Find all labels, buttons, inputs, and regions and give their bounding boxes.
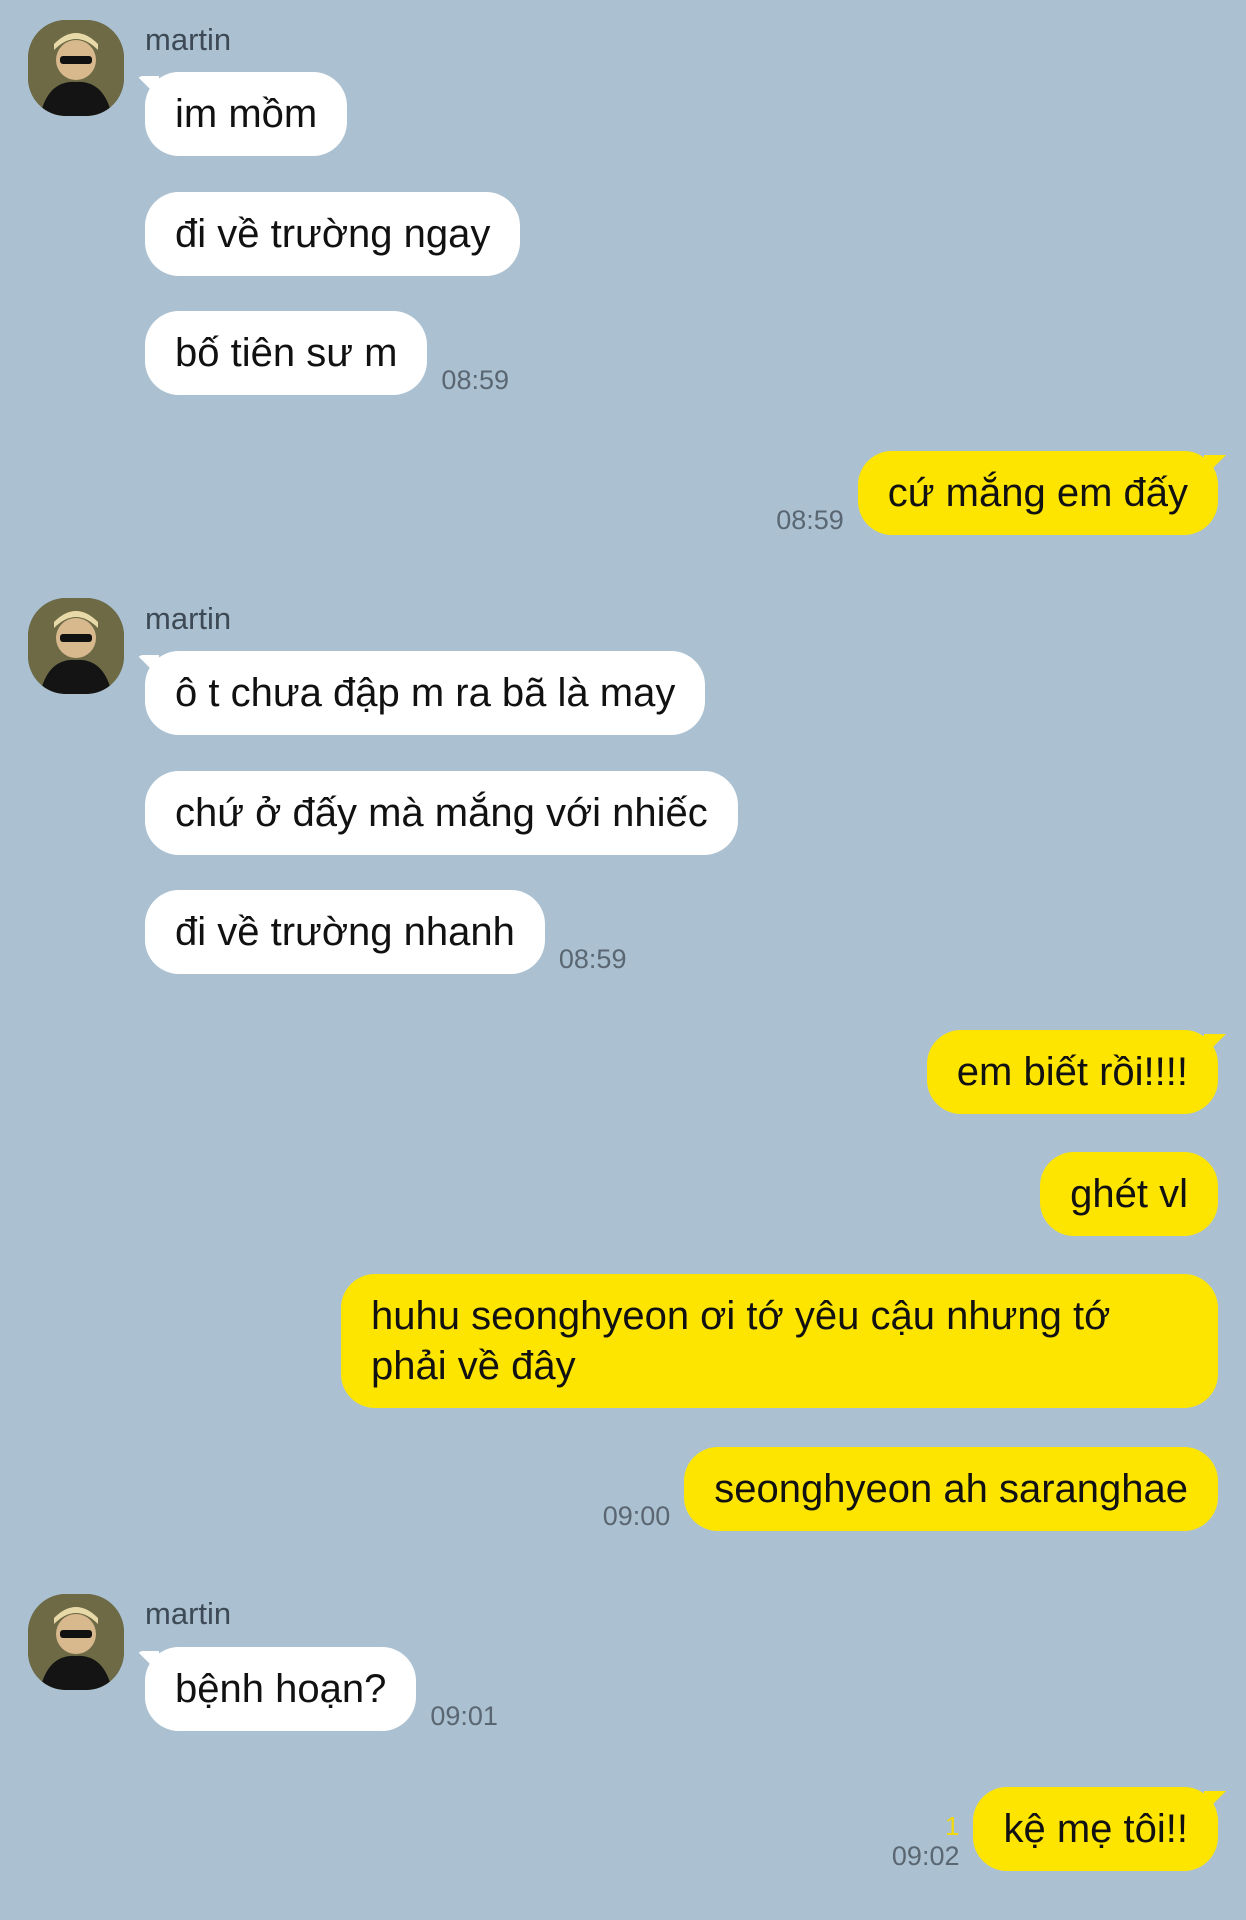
message-bubble[interactable]: bố tiên sư m xyxy=(145,311,428,395)
message-time: 09:00 xyxy=(602,1501,671,1531)
sender-name: martin xyxy=(145,601,232,636)
chat-view[interactable]: martin im mồm đi về trường ngay bố tiên … xyxy=(0,0,1246,1920)
message-bubble[interactable]: đi về trường nhanh xyxy=(145,890,545,974)
message-bubble[interactable]: em biết rồi!!!! xyxy=(926,1030,1218,1114)
message-bubble[interactable]: huhu seonghyeon ơi tớ yêu cậu nhưng tớ p… xyxy=(341,1274,1218,1408)
sender-name: martin xyxy=(145,1596,232,1631)
message-bubble[interactable]: đi về trường ngay xyxy=(145,192,521,276)
message-bubble[interactable]: seonghyeon ah saranghae xyxy=(684,1447,1218,1531)
message-bubble[interactable]: im mồm xyxy=(145,72,348,156)
message-time: 09:01 xyxy=(430,1701,498,1731)
sender-avatar[interactable] xyxy=(28,20,124,116)
message-time: 08:59 xyxy=(441,365,509,395)
message-bubble[interactable]: cứ mắng em đấy xyxy=(857,451,1218,535)
message-bubble[interactable]: ô t chưa đập m ra bã là may xyxy=(145,651,706,735)
message-time: 09:02 xyxy=(891,1841,960,1871)
message-bubble[interactable]: kệ mẹ tôi!! xyxy=(973,1787,1218,1871)
sender-avatar[interactable] xyxy=(28,1594,124,1690)
sender-avatar[interactable] xyxy=(28,598,124,694)
message-bubble[interactable]: ghét vl xyxy=(1040,1152,1218,1236)
message-bubble[interactable]: bệnh hoạn? xyxy=(145,1647,417,1731)
message-bubble[interactable]: chứ ở đấy mà mắng với nhiếc xyxy=(145,771,738,855)
unread-count: 1 xyxy=(945,1811,960,1841)
message-time: 08:59 xyxy=(558,944,627,974)
message-time: 08:59 xyxy=(776,505,844,535)
sender-name: martin xyxy=(145,22,232,57)
